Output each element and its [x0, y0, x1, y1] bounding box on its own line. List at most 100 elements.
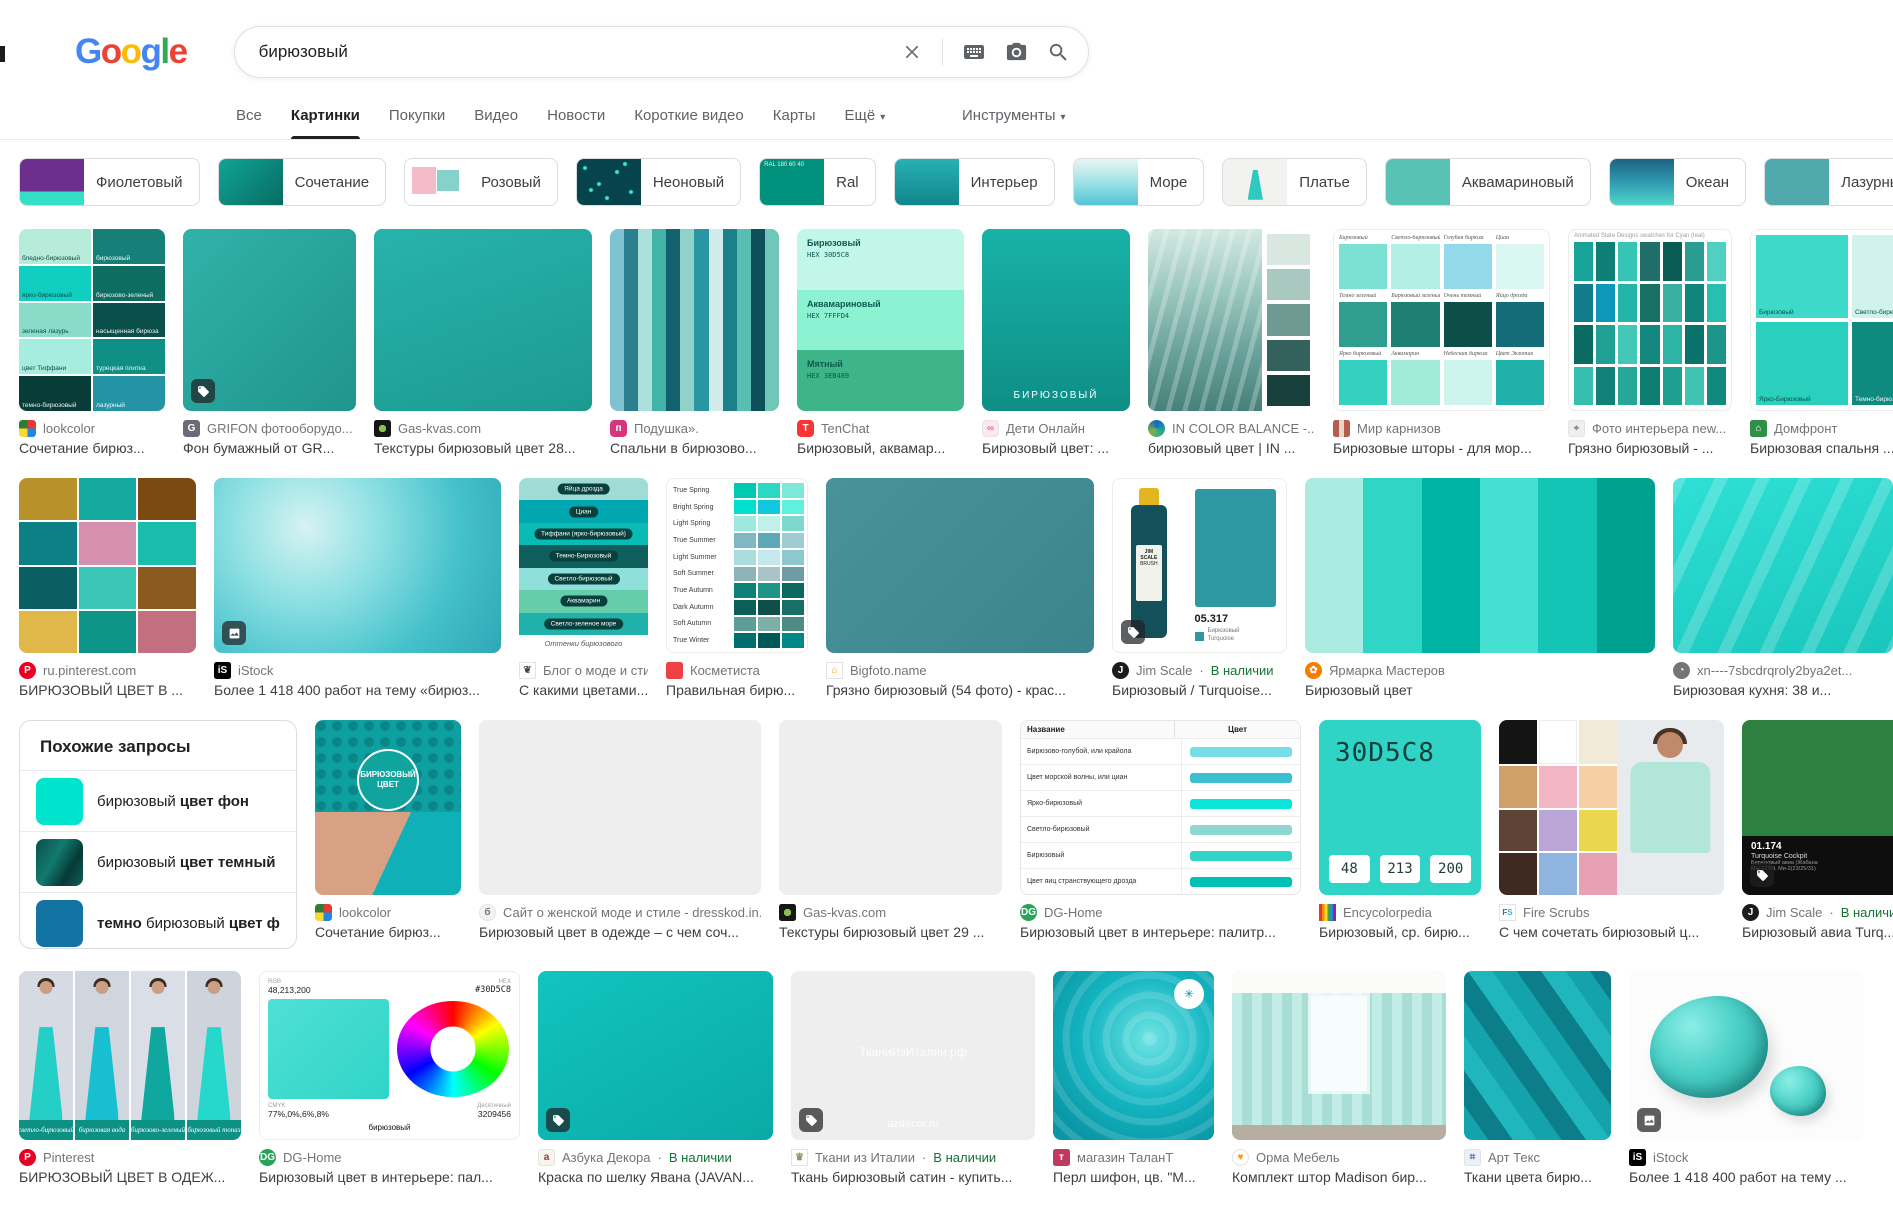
tab-покупки[interactable]: Покупки [389, 107, 445, 139]
related-search-item[interactable]: бирюзовый цвет фон [20, 770, 296, 831]
result-source[interactable]: Encycolorpedia [1343, 905, 1432, 920]
tab-ещё[interactable]: Ещё ▾ [845, 107, 886, 139]
result-source[interactable]: lookcolor [339, 905, 391, 920]
result-source[interactable]: Fire Scrubs [1523, 905, 1589, 920]
result-image[interactable] [1629, 971, 1864, 1140]
tab-все[interactable]: Все [236, 107, 262, 139]
image-badge-icon[interactable] [222, 621, 246, 645]
tag-badge-icon[interactable] [191, 379, 215, 403]
result-image[interactable]: Animated State Designs swatches for Cyan… [1568, 229, 1732, 411]
result-title[interactable]: Бирюзовая спальня ... [1750, 440, 1893, 456]
image-result[interactable]: ◔ xn----7sbcdrqroly2bya2et... Бирюзовая ку… [1673, 478, 1893, 698]
result-image[interactable]: 30D5C8 48 213 200 [1319, 720, 1481, 895]
image-result[interactable]: a Азбука Декора · В наличии Краска по шелку … [538, 971, 773, 1185]
result-source[interactable]: Ткани из Италии [815, 1150, 915, 1165]
result-image[interactable]: JIM SCALE BRUSH 05.317 Бирюзовый Turquoise [1112, 478, 1287, 653]
result-source[interactable]: Jim Scale [1136, 663, 1192, 678]
result-title[interactable]: Сочетание бирюз... [315, 924, 461, 940]
image-result[interactable]: RGB 48,213,200 HEX #30D5C8 CMYK 77%,0%,6%,8% Д… [259, 971, 520, 1185]
filter-chip[interactable]: Море [1072, 158, 1205, 206]
result-image[interactable]: RGB 48,213,200 HEX #30D5C8 CMYK 77%,0%,6%,8% Д… [259, 971, 520, 1140]
result-title[interactable]: БИРЮЗОВЫЙ ЦВЕТ В ... [19, 682, 196, 698]
tab-карты[interactable]: Карты [773, 107, 816, 139]
tab-новости[interactable]: Новости [547, 107, 605, 139]
result-title[interactable]: Краска по шелку Явана (JAVAN... [538, 1169, 773, 1185]
image-result[interactable]: JIM SCALE BRUSH 05.317 Бирюзовый Turquoise J J… [1112, 478, 1287, 698]
tag-badge-icon[interactable] [799, 1108, 823, 1132]
search-submit-icon[interactable] [1047, 41, 1070, 64]
tag-badge-icon[interactable] [546, 1108, 570, 1132]
result-title[interactable]: БИРЮЗОВЫЙ ЦВЕТ В ОДЕЖ... [19, 1169, 241, 1185]
result-title[interactable]: Бирюзовые шторы - для мор... [1333, 440, 1550, 456]
result-source[interactable]: Дети Онлайн [1006, 421, 1085, 436]
related-search-item[interactable]: бирюзовый цвет темный [20, 831, 296, 892]
result-image[interactable]: бледно-бирюзовый бирюзовый ярко-бирюзовый б… [19, 229, 165, 411]
image-result[interactable]: светло-бирюзовый бирюзовая вода бирюзово-з… [19, 971, 241, 1185]
result-image[interactable] [19, 478, 196, 653]
result-source[interactable]: магазин ТаланТ [1077, 1150, 1173, 1165]
result-title[interactable]: Ткань бирюзовый сатин - купить... [791, 1169, 1035, 1185]
result-source[interactable]: xn----7sbcdrqroly2bya2et... [1697, 663, 1852, 678]
image-result[interactable]: б Сайт о женской моде и стиле - dresskod.… [479, 720, 761, 940]
result-image[interactable] [538, 971, 773, 1140]
image-result[interactable]: БирюзовыйСветло-бирюзовыйЯрко-БирюзовыйТ… [1750, 229, 1893, 456]
result-source[interactable]: Арт Текс [1488, 1150, 1540, 1165]
search-input[interactable] [258, 42, 901, 62]
result-image[interactable]: БИРЮЗОВЫЙ [982, 229, 1130, 411]
filter-chip[interactable]: Интерьер [893, 158, 1055, 206]
result-image[interactable]: True Spring Bright Spring Light Spring True… [666, 478, 808, 653]
filter-chip[interactable]: Лазурный [1764, 158, 1893, 206]
image-result[interactable]: iS iStock Более 1 418 400 работ на тему «б… [214, 478, 501, 698]
result-image[interactable] [1464, 971, 1611, 1140]
result-image[interactable] [1305, 478, 1655, 653]
result-title[interactable]: Бирюзовый, аквамар... [797, 440, 964, 456]
result-source[interactable]: TenChat [821, 421, 869, 436]
filter-chip[interactable]: Платье [1222, 158, 1367, 206]
result-image[interactable] [374, 229, 592, 411]
result-title[interactable]: Перл шифон, цв. "М... [1053, 1169, 1214, 1185]
result-image[interactable] [183, 229, 356, 411]
image-result[interactable]: 30D5C8 48 213 200 Encycolorpedia Бирюзовый, с… [1319, 720, 1481, 940]
result-image[interactable] [1232, 971, 1446, 1140]
keyboard-icon[interactable] [962, 40, 986, 64]
result-source[interactable]: iStock [238, 663, 273, 678]
result-image[interactable] [1499, 720, 1724, 895]
result-title[interactable]: Сочетание бирюз... [19, 440, 165, 456]
image-result[interactable]: Animated State Designs swatches for Cyan… [1568, 229, 1732, 456]
result-source[interactable]: DG-Home [1044, 905, 1103, 920]
result-source[interactable]: Косметиста [690, 663, 760, 678]
image-result[interactable]: Gas-kvas.com Текстуры бирюзовый цвет 28..… [374, 229, 592, 456]
image-result[interactable]: IN COLOR BALANCE -... бирюзовый цвет | IN… [1148, 229, 1315, 456]
result-title[interactable]: С какими цветами... [519, 682, 648, 698]
filter-chip[interactable]: RAL 180 60 40 Ral [759, 158, 876, 206]
image-result[interactable]: ⌗ Арт Текс Ткани цвета бирю... [1464, 971, 1611, 1185]
result-image[interactable]: БИРЮЗОВЫЙ ЦВЕТ [315, 720, 461, 895]
result-source[interactable]: Gas-kvas.com [803, 905, 886, 920]
tab-картинки[interactable]: Картинки [290, 107, 360, 139]
result-title[interactable]: Грязно бирюзовый - ... [1568, 440, 1732, 456]
image-result[interactable]: Gas-kvas.com Текстуры бирюзовый цвет 29 .… [779, 720, 1002, 940]
result-source[interactable]: Подушка». [634, 421, 699, 436]
tab-короткие видео[interactable]: Короткие видео [634, 107, 744, 139]
result-image[interactable]: ТканиИзИталии.рф azdecor.ru [791, 971, 1035, 1140]
filter-chip[interactable]: Океан [1608, 158, 1747, 206]
result-title[interactable]: Бирюзовый цвет в интерьере: палитр... [1020, 924, 1301, 940]
result-image[interactable]: Бирюзовый Светло-бирюзовый Голубая бирюза Ц… [1333, 229, 1550, 411]
image-result[interactable]: ⌂ Bigfoto.name Грязно бирюзовый (54 фото) … [826, 478, 1094, 698]
result-title[interactable]: С чем сочетать бирюзовый ц... [1499, 924, 1724, 940]
image-result[interactable]: БИРЮЗОВЫЙ ЦВЕТ lookcolor Сочетание бирюз..… [315, 720, 461, 940]
result-source[interactable]: ru.pinterest.com [43, 663, 136, 678]
result-source[interactable]: Ярмарка Мастеров [1329, 663, 1445, 678]
result-image[interactable]: 01.174 Turquoise Cockpit Бирюзовый авиа (Ж… [1742, 720, 1893, 895]
image-result[interactable]: ТканиИзИталии.рф azdecor.ru ♛ Ткани из Итал… [791, 971, 1035, 1185]
result-source[interactable]: Pinterest [43, 1150, 94, 1165]
result-title[interactable]: Комплект штор Madison бир... [1232, 1169, 1446, 1185]
result-image[interactable]: ✳ [1053, 971, 1214, 1140]
result-title[interactable]: бирюзовый цвет | IN ... [1148, 440, 1315, 456]
result-title[interactable]: Текстуры бирюзовый цвет 28... [374, 440, 592, 456]
result-image[interactable] [479, 720, 761, 895]
image-result[interactable]: 01.174 Turquoise Cockpit Бирюзовый авиа (Ж… [1742, 720, 1893, 940]
result-image[interactable] [1673, 478, 1893, 653]
result-source[interactable]: GRIFON фотооборудо... [207, 421, 353, 436]
result-source[interactable]: Мир карнизов [1357, 421, 1441, 436]
